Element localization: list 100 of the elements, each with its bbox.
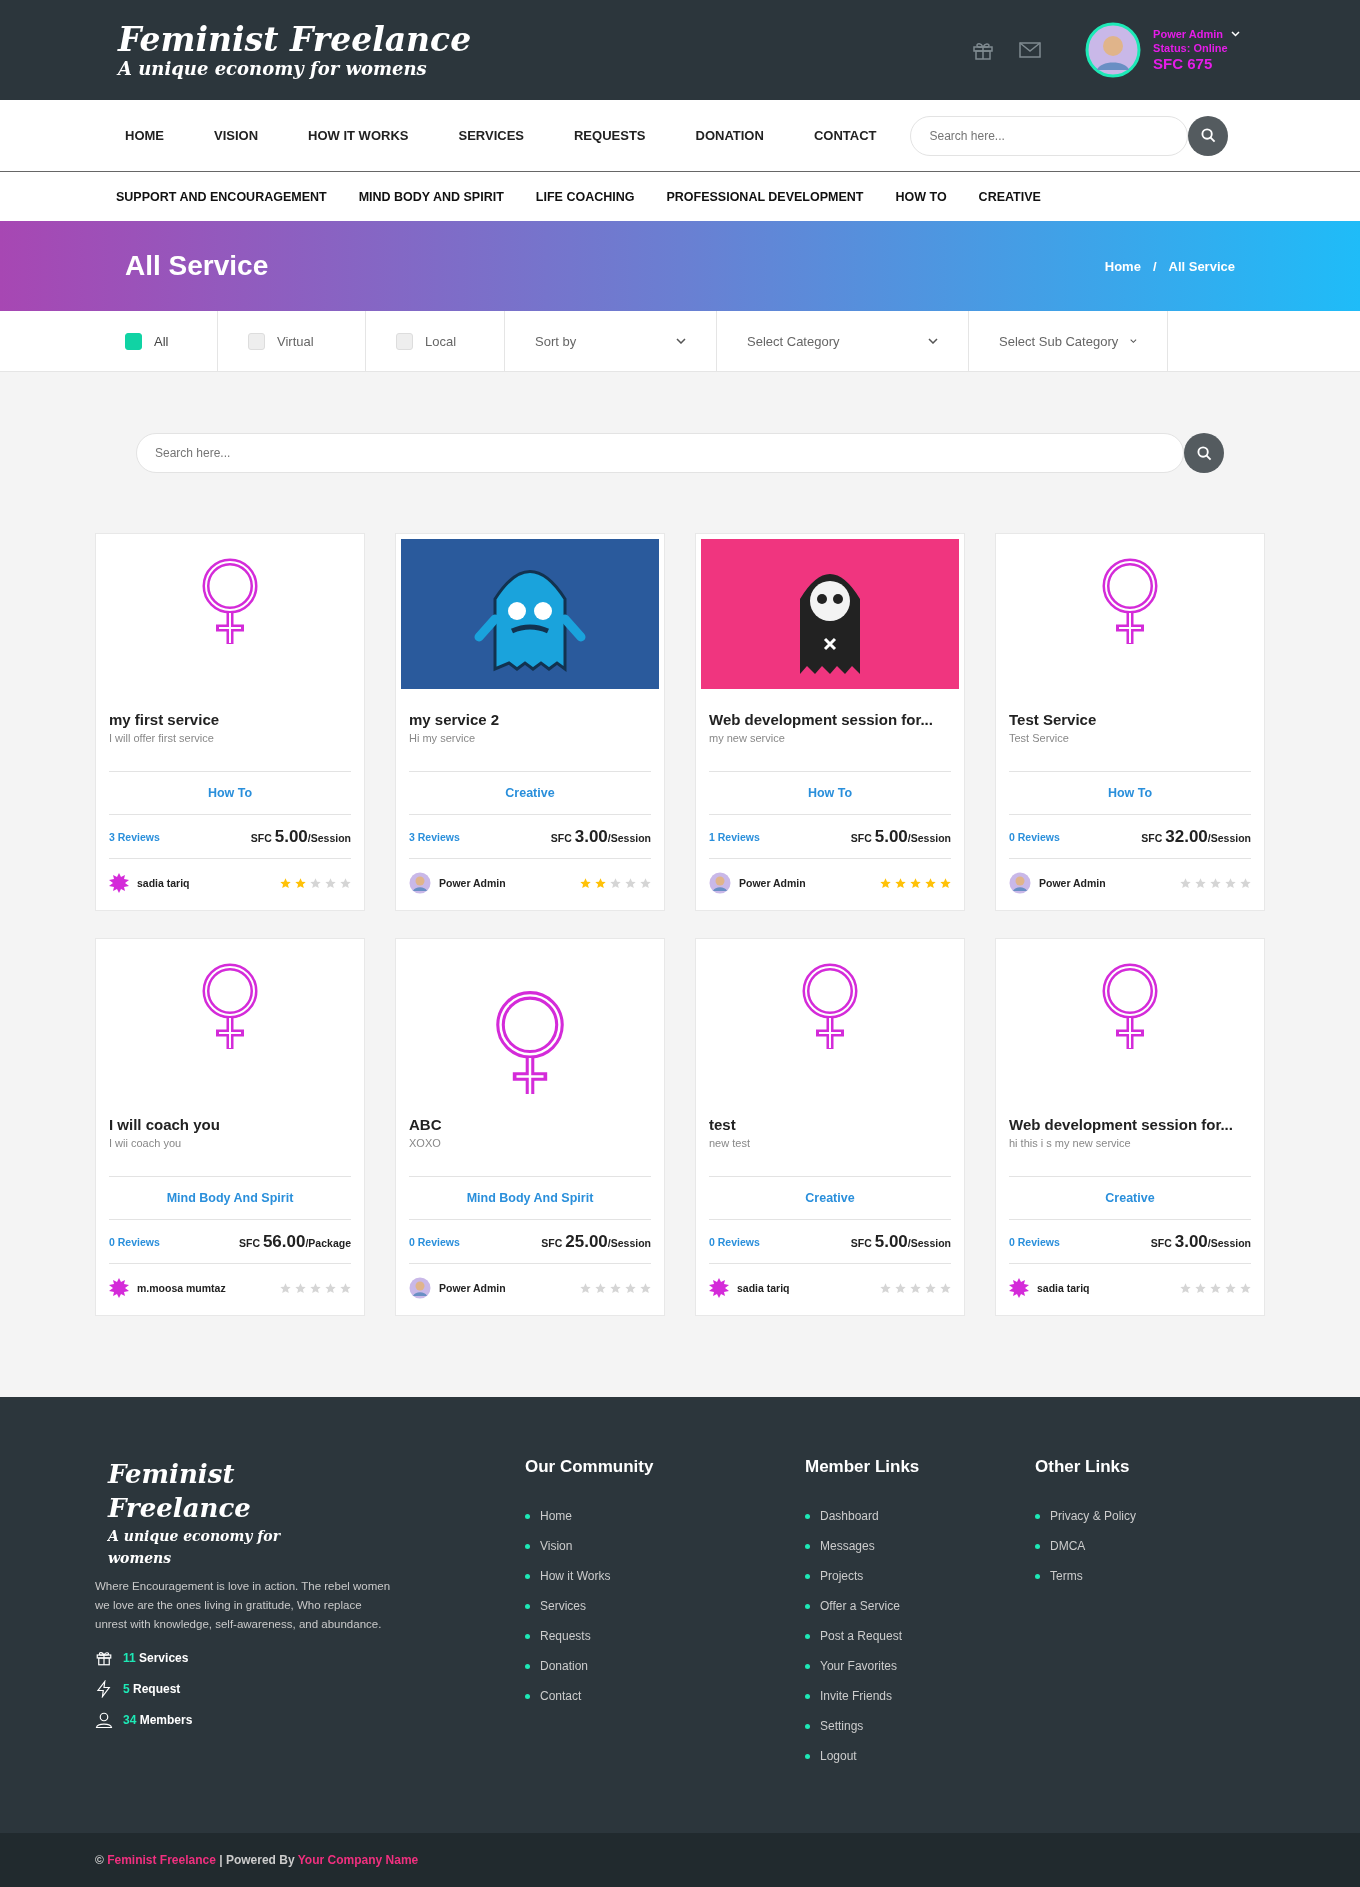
company-link[interactable]: Your Company Name xyxy=(297,1853,419,1867)
dropdown[interactable]: Select Category xyxy=(717,311,969,371)
dropdown[interactable]: Sort by xyxy=(505,311,717,371)
service-title[interactable]: Test Service xyxy=(1009,711,1251,728)
footer-link[interactable]: Home xyxy=(540,1509,572,1523)
author-name[interactable]: Power Admin xyxy=(1039,877,1106,889)
reviews-link[interactable]: 0 Reviews xyxy=(1009,830,1060,843)
service-title[interactable]: my first service xyxy=(109,711,351,728)
footer-link[interactable]: Messages xyxy=(820,1539,875,1553)
category-link[interactable]: HOW TO xyxy=(895,189,947,204)
checkbox[interactable] xyxy=(396,332,413,350)
category-link[interactable]: Creative xyxy=(505,786,555,800)
service-title[interactable]: ABC xyxy=(409,1116,651,1133)
author-name[interactable]: Power Admin xyxy=(439,1282,506,1294)
dropdown[interactable]: Select Sub Category xyxy=(969,311,1168,371)
logo-title[interactable]: Feminist Freelance xyxy=(118,21,472,58)
category-link[interactable]: MIND BODY AND SPIRIT xyxy=(358,189,504,204)
footer-link[interactable]: Requests xyxy=(540,1629,591,1643)
service-description: my new service xyxy=(709,732,786,744)
caret-icon[interactable] xyxy=(1231,31,1240,37)
nav-link[interactable]: HOW IT WORKS xyxy=(308,128,409,143)
checkbox-label[interactable]: Local xyxy=(425,333,457,349)
category-link[interactable]: Mind Body And Spirit xyxy=(166,1191,294,1205)
avatar[interactable] xyxy=(1085,22,1142,78)
reviews-link[interactable]: 3 Reviews xyxy=(109,830,160,843)
author-name[interactable]: Power Admin xyxy=(439,877,506,889)
column-heading: Other Links xyxy=(1035,1457,1131,1477)
service-card[interactable]: Web development session for... hi this i s my new service Creative 0 Reviews SFC 3.00/Session sadia tariq xyxy=(995,938,1265,1316)
star-icon xyxy=(625,1282,636,1294)
nav-link[interactable]: DONATION xyxy=(695,128,764,143)
service-card[interactable]: my service 2 Hi my service Creative 3 Reviews SFC 3.00/Session Power Admin xyxy=(395,533,665,911)
service-title[interactable]: my service 2 xyxy=(409,711,651,728)
avatar xyxy=(409,1277,431,1299)
category-link[interactable]: PROFESSIONAL DEVELOPMENT xyxy=(666,189,864,204)
reviews-link[interactable]: 0 Reviews xyxy=(1009,1235,1060,1248)
service-card[interactable]: my first service I will offer first service How To 3 Reviews SFC 5.00/Session sadia tariq xyxy=(95,533,365,911)
footer-link[interactable]: How it Works xyxy=(540,1569,611,1583)
nav-link[interactable]: CONTACT xyxy=(813,128,877,143)
author-name[interactable]: sadia tariq xyxy=(737,1282,790,1294)
nav-link[interactable]: REQUESTS xyxy=(574,128,646,143)
checkbox[interactable] xyxy=(125,332,142,350)
female-symbol-icon xyxy=(493,988,567,1094)
footer-link[interactable]: Dashboard xyxy=(820,1509,879,1523)
star-icon xyxy=(625,877,636,889)
footer-link[interactable]: Projects xyxy=(820,1569,864,1583)
footer-link[interactable]: Vision xyxy=(540,1539,573,1553)
footer-link[interactable]: Logout xyxy=(820,1749,857,1763)
service-card[interactable]: test new test Creative 0 Reviews SFC 5.00/Session sadia tariq xyxy=(695,938,965,1316)
category-link[interactable]: LIFE COACHING xyxy=(535,189,635,204)
footer-link[interactable]: Terms xyxy=(1050,1569,1083,1583)
footer-link[interactable]: Services xyxy=(540,1599,586,1613)
service-title[interactable]: I will coach you xyxy=(109,1116,351,1133)
footer-link[interactable]: Privacy & Policy xyxy=(1050,1509,1137,1523)
service-card[interactable]: ABC XOXO Mind Body And Spirit 0 Reviews SFC 25.00/Session Power Admin xyxy=(395,938,665,1316)
reviews-link[interactable]: 3 Reviews xyxy=(409,830,460,843)
reviews-link[interactable]: 0 Reviews xyxy=(109,1235,160,1248)
footer-link[interactable]: DMCA xyxy=(1050,1539,1086,1553)
footer-link[interactable]: Contact xyxy=(540,1689,582,1703)
user-icon xyxy=(95,1710,113,1729)
author-name[interactable]: m.moosa mumtaz xyxy=(137,1282,226,1294)
search-field[interactable]: Search here... xyxy=(910,115,1189,156)
reviews-link[interactable]: 1 Reviews xyxy=(709,830,760,843)
nav-link[interactable]: VISION xyxy=(214,128,259,143)
service-title[interactable]: Web development session for... xyxy=(709,711,951,728)
service-card[interactable]: I will coach you I wii coach you Mind Body And Spirit 0 Reviews SFC 56.00/Package m.moosa mumtaz xyxy=(95,938,365,1316)
star-icon xyxy=(325,1282,336,1294)
author-name[interactable]: sadia tariq xyxy=(1037,1282,1090,1294)
reviews-link[interactable]: 0 Reviews xyxy=(709,1235,760,1248)
checkbox[interactable] xyxy=(248,332,265,350)
brand-link[interactable]: Feminist Freelance xyxy=(107,1853,216,1867)
service-card[interactable]: Test Service Test Service How To 0 Reviews SFC 32.00/Session Power Admin xyxy=(995,533,1265,911)
footer-link[interactable]: Donation xyxy=(540,1659,589,1673)
footer-link[interactable]: Post a Request xyxy=(820,1629,903,1643)
price: SFC 5.00/Session xyxy=(850,826,951,847)
nav-link[interactable]: SERVICES xyxy=(458,128,524,143)
category-link[interactable]: Creative xyxy=(805,1191,855,1205)
search-button[interactable] xyxy=(1184,433,1224,473)
author-name[interactable]: sadia tariq xyxy=(137,877,190,889)
service-card[interactable]: Web development session for... my new service How To 1 Reviews SFC 5.00/Session Power Admin xyxy=(695,533,965,911)
checkbox-label[interactable]: Virtual xyxy=(277,333,314,349)
category-link[interactable]: Mind Body And Spirit xyxy=(466,1191,594,1205)
copyright-text: © Feminist Freelance | Powered By Your Company Name xyxy=(95,1853,419,1867)
star-icon xyxy=(880,877,891,889)
footer-link[interactable]: Your Favorites xyxy=(820,1659,897,1673)
checkbox-label[interactable]: All xyxy=(154,333,169,349)
service-title[interactable]: test xyxy=(709,1116,951,1133)
category-link[interactable]: CREATIVE xyxy=(978,189,1041,204)
author-name[interactable]: Power Admin xyxy=(739,877,806,889)
logo-title[interactable]: Feminist Freelance xyxy=(108,1457,288,1525)
search-field[interactable]: Search here... xyxy=(136,433,1184,473)
category-link[interactable]: Creative xyxy=(1105,1191,1155,1205)
avatar xyxy=(109,1278,129,1298)
footer-link[interactable]: Settings xyxy=(820,1719,864,1733)
service-title[interactable]: Web development session for... xyxy=(1009,1116,1251,1133)
footer-link[interactable]: Offer a Service xyxy=(820,1599,900,1613)
footer-link[interactable]: Invite Friends xyxy=(820,1689,893,1703)
nav-link[interactable]: HOME xyxy=(125,128,164,143)
search-button[interactable] xyxy=(1188,115,1229,156)
category-link[interactable]: SUPPORT AND ENCOURAGEMENT xyxy=(116,189,327,204)
reviews-link[interactable]: 0 Reviews xyxy=(409,1235,460,1248)
